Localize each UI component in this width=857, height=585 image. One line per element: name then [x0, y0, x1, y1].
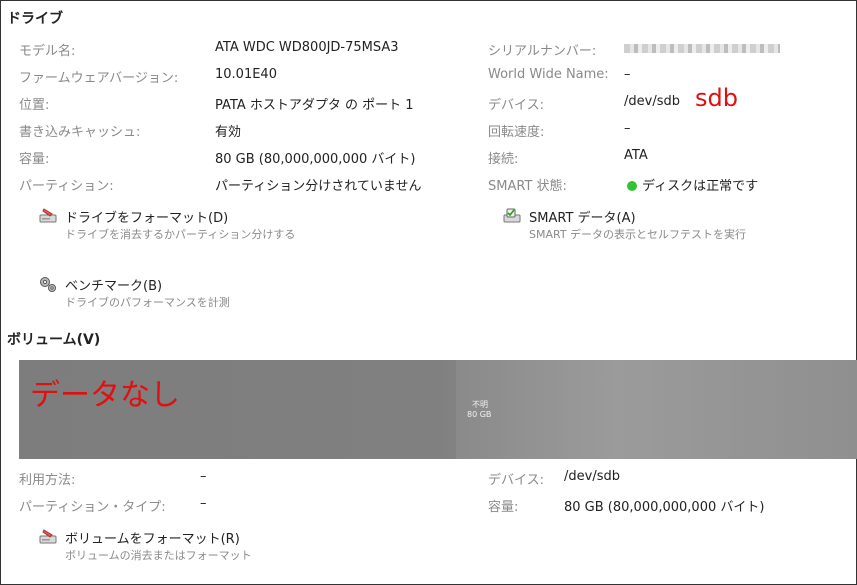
write-cache-label: 書き込みキャッシュ: — [19, 125, 141, 140]
partition-type-label: パーティション・タイプ: — [19, 500, 166, 515]
drive-section-title: ドライブ — [7, 11, 63, 27]
device-label: デバイス: — [488, 98, 544, 113]
format-volume-button[interactable]: ボリュームをフォーマット(R) ボリュームの消去またはフォーマット — [38, 526, 338, 562]
usage-label: 利用方法: — [19, 473, 76, 488]
smart-data-subtitle: SMART データの表示とセルフテストを実行 — [529, 228, 747, 241]
volume-capacity-value: 80 GB (80,000,000,000 バイト) — [564, 500, 765, 515]
status-ok-icon — [627, 181, 637, 191]
volume-segment-unknown[interactable]: 不明 80 GB — [456, 360, 857, 459]
no-data-annotation: データなし — [30, 378, 180, 413]
connection-label: 接続: — [488, 152, 519, 167]
partitioning-label: パーティション: — [19, 179, 114, 194]
partitioning-value: パーティション分けされていません — [215, 179, 422, 194]
benchmark-button[interactable]: ベンチマーク(B) ドライブのパフォーマンスを計測 — [38, 273, 338, 309]
capacity-value: 80 GB (80,000,000,000 バイト) — [215, 152, 416, 167]
write-cache-value: 有効 — [215, 125, 242, 140]
smart-data-icon — [503, 208, 521, 223]
format-volume-icon — [39, 529, 57, 544]
partition-type-value: – — [200, 496, 207, 511]
rotation-value: – — [624, 121, 631, 136]
benchmark-title: ベンチマーク(B) — [65, 279, 163, 294]
gear-icon — [40, 277, 56, 292]
volume-device-value: /dev/sdb — [564, 469, 620, 484]
segment-name: 不明 — [472, 400, 488, 409]
firmware-label: ファームウェアバージョン: — [19, 71, 179, 86]
format-drive-button[interactable]: ドライブをフォーマット(D) ドライブを消去するかパーティション分けする — [38, 205, 338, 241]
firmware-value: 10.01E40 — [215, 67, 277, 82]
rotation-label: 回転速度: — [488, 125, 545, 140]
capacity-label: 容量: — [19, 152, 50, 167]
benchmark-subtitle: ドライブのパフォーマンスを計測 — [65, 296, 230, 309]
device-value: /dev/sdb — [624, 94, 680, 109]
volumes-section-title: ボリューム(V) — [7, 332, 101, 348]
model-label: モデル名: — [19, 44, 76, 59]
smart-data-title: SMART データ(A) — [529, 211, 636, 226]
model-value: ATA WDC WD800JD-75MSA3 — [215, 40, 399, 55]
usage-value: – — [200, 469, 207, 484]
serial-value-redacted — [624, 40, 780, 57]
location-label: 位置: — [19, 98, 50, 113]
smart-data-button[interactable]: SMART データ(A) SMART データの表示とセルフテストを実行 — [502, 205, 802, 241]
segment-size: 80 GB — [467, 410, 492, 419]
format-drive-subtitle: ドライブを消去するかパーティション分けする — [65, 228, 296, 241]
format-volume-subtitle: ボリュームの消去またはフォーマット — [65, 549, 252, 562]
serial-label: シリアルナンバー: — [488, 44, 597, 59]
volume-device-label: デバイス: — [488, 473, 544, 488]
smart-status-value: ディスクは正常です — [627, 175, 758, 194]
volume-capacity-label: 容量: — [488, 500, 519, 515]
smart-status-text: ディスクは正常です — [642, 179, 759, 194]
connection-value: ATA — [624, 148, 648, 163]
smart-status-label: SMART 状態: — [488, 179, 567, 194]
format-volume-title: ボリュームをフォーマット(R) — [65, 532, 240, 547]
format-drive-title: ドライブをフォーマット(D) — [65, 211, 229, 226]
volume-map[interactable]: データなし 不明 80 GB — [19, 360, 857, 459]
format-drive-icon — [39, 208, 57, 223]
sdb-annotation: sdb — [695, 84, 738, 112]
location-value: PATA ホストアダプタ の ポート 1 — [215, 98, 414, 113]
wwn-value: – — [624, 67, 631, 82]
wwn-label: World Wide Name: — [488, 67, 609, 82]
